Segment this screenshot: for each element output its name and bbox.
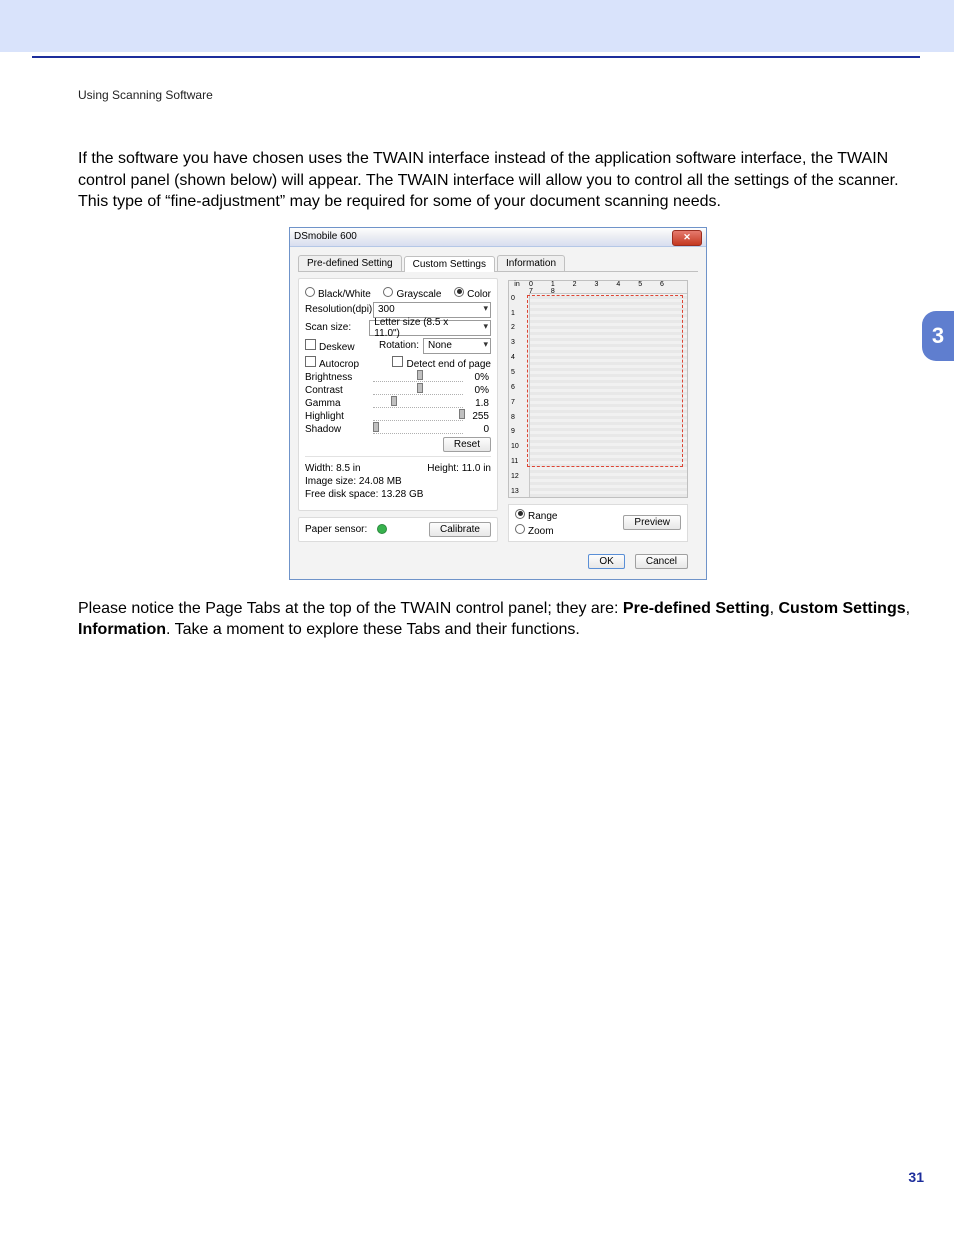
para2-tab-a: Pre-defined Setting: [623, 600, 770, 617]
paper-sensor-panel: Paper sensor: Calibrate: [298, 517, 498, 542]
page-number: 31: [908, 1169, 924, 1185]
mode-grayscale-option[interactable]: Grayscale: [383, 287, 441, 300]
ruler-v-13: 13: [511, 488, 527, 495]
mode-color-label: Color: [467, 289, 491, 300]
zoom-option[interactable]: Zoom: [515, 524, 557, 537]
ruler-v-2: 2: [511, 324, 527, 331]
deskew-label: Deskew: [319, 342, 355, 353]
para2-tab-b: Custom Settings: [779, 600, 906, 617]
tab-information[interactable]: Information: [497, 255, 565, 271]
highlight-slider[interactable]: [373, 412, 463, 421]
preview-area[interactable]: in 0 1 2 3 4 5 6 7 8 0 1 2 3 4 5 6 7: [508, 280, 688, 498]
mode-grayscale-label: Grayscale: [396, 289, 441, 300]
brightness-slider[interactable]: [373, 373, 463, 382]
para2-tab-c: Information: [78, 621, 166, 638]
ruler-v-5: 5: [511, 369, 527, 376]
page-top-rule: [32, 56, 920, 58]
mode-color-option[interactable]: Color: [454, 287, 491, 300]
tab-custom-settings[interactable]: Custom Settings: [404, 256, 495, 272]
dialog-tabs: Pre-defined Setting Custom Settings Info…: [298, 255, 698, 272]
brightness-label: Brightness: [305, 372, 369, 383]
resolution-value: 300: [378, 304, 395, 315]
para2-c2: ,: [906, 600, 910, 617]
detect-eop-label: Detect end of page: [406, 359, 491, 370]
dialog-titlebar: DSmobile 600 ✕: [290, 228, 706, 247]
gamma-label: Gamma: [305, 398, 369, 409]
width-readout: Width: 8.5 in: [305, 463, 361, 474]
ok-button[interactable]: OK: [588, 554, 624, 569]
preview-selection-rect[interactable]: [527, 295, 683, 467]
ruler-v-3: 3: [511, 339, 527, 346]
ruler-v-11: 11: [511, 458, 527, 465]
autocrop-label: Autocrop: [319, 359, 359, 370]
para2-pre: Please notice the Page Tabs at the top o…: [78, 600, 623, 617]
ruler-v-8: 8: [511, 414, 527, 421]
page-top-band: [0, 0, 954, 52]
scan-size-value: Letter size (8.5 x 11.0"): [374, 317, 476, 339]
mode-blackwhite-option[interactable]: Black/White: [305, 287, 371, 300]
paper-sensor-indicator-icon: [377, 524, 387, 534]
para2-c1: ,: [770, 600, 779, 617]
ruler-v-1: 1: [511, 310, 527, 317]
chapter-side-tab: 3: [922, 311, 954, 361]
close-button[interactable]: ✕: [672, 230, 702, 246]
ruler-v-0: 0: [511, 295, 527, 302]
mode-blackwhite-label: Black/White: [318, 289, 371, 300]
ruler-v-4: 4: [511, 354, 527, 361]
contrast-label: Contrast: [305, 385, 369, 396]
dialog-body: Pre-defined Setting Custom Settings Info…: [290, 247, 706, 579]
autocrop-checkbox[interactable]: Autocrop: [305, 356, 359, 370]
deskew-checkbox[interactable]: Deskew: [305, 339, 355, 353]
contrast-value: 0%: [467, 385, 489, 396]
calibrate-button[interactable]: Calibrate: [429, 522, 491, 537]
paragraph-1: If the software you have chosen uses the…: [78, 148, 918, 213]
height-readout: Height: 11.0 in: [427, 463, 491, 474]
ok-cancel-row: OK Cancel: [508, 548, 688, 569]
twain-dialog-figure: DSmobile 600 ✕ Pre-defined Setting Custo…: [289, 227, 707, 580]
gamma-slider[interactable]: [373, 399, 463, 408]
ruler-v-6: 6: [511, 384, 527, 391]
ruler-v-7: 7: [511, 399, 527, 406]
zoom-label: Zoom: [528, 526, 554, 537]
close-icon: ✕: [683, 232, 691, 243]
reset-button[interactable]: Reset: [443, 437, 491, 452]
section-heading: Using Scanning Software: [78, 88, 918, 102]
scan-size-select[interactable]: Letter size (8.5 x 11.0"): [369, 320, 491, 336]
ruler-v-9: 9: [511, 428, 527, 435]
image-size-readout: Image size: 24.08 MB: [305, 476, 402, 487]
range-zoom-panel: Range Zoom Preview: [508, 504, 688, 542]
cancel-button[interactable]: Cancel: [635, 554, 688, 569]
highlight-value: 255: [467, 411, 489, 422]
resolution-label: Resolution(dpi):: [305, 304, 369, 315]
settings-panel: Black/White Grayscale Color Resolution(d…: [298, 278, 498, 511]
contrast-slider[interactable]: [373, 386, 463, 395]
ruler-v-12: 12: [511, 473, 527, 480]
resolution-select[interactable]: 300: [373, 302, 491, 318]
twain-dialog-window: DSmobile 600 ✕ Pre-defined Setting Custo…: [289, 227, 707, 580]
preview-button[interactable]: Preview: [623, 515, 681, 530]
shadow-value: 0: [467, 424, 489, 435]
paper-sensor-label: Paper sensor:: [305, 524, 367, 535]
scan-size-label: Scan size:: [305, 322, 365, 333]
ruler-v-10: 10: [511, 443, 527, 450]
range-label: Range: [528, 511, 557, 522]
free-disk-readout: Free disk space: 13.28 GB: [305, 489, 423, 500]
rotation-value: None: [428, 340, 452, 351]
paragraph-2: Please notice the Page Tabs at the top o…: [78, 598, 918, 641]
ruler-horizontal: 0 1 2 3 4 5 6 7 8: [525, 281, 687, 294]
detect-eop-checkbox[interactable]: Detect end of page: [392, 356, 491, 370]
rotation-label: Rotation:: [379, 340, 419, 351]
rotation-select[interactable]: None: [423, 338, 491, 354]
dialog-title-text: DSmobile 600: [294, 231, 357, 242]
gamma-value: 1.8: [467, 398, 489, 409]
highlight-label: Highlight: [305, 411, 369, 422]
shadow-slider[interactable]: [373, 425, 463, 434]
brightness-value: 0%: [467, 372, 489, 383]
page-content: Using Scanning Software If the software …: [78, 88, 918, 655]
shadow-label: Shadow: [305, 424, 369, 435]
tab-predefined-setting[interactable]: Pre-defined Setting: [298, 255, 402, 271]
range-option[interactable]: Range: [515, 509, 557, 522]
para2-post: . Take a moment to explore these Tabs an…: [166, 621, 580, 638]
